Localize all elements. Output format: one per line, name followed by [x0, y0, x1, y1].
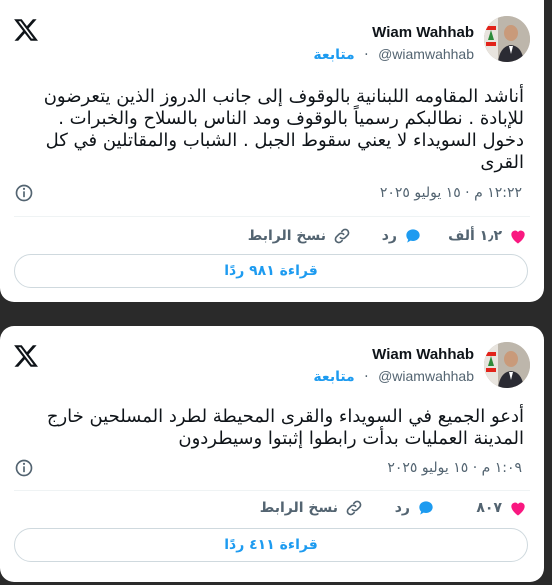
- reply-label: رد: [394, 500, 410, 516]
- author-handle[interactable]: @wiamwahhab: [378, 368, 474, 384]
- follow-button[interactable]: متابعة: [313, 369, 354, 385]
- reply-button[interactable]: رد: [382, 224, 423, 248]
- like-count: ٨٠٧: [476, 500, 502, 516]
- link-icon: [334, 228, 350, 244]
- avatar[interactable]: [484, 342, 530, 388]
- copy-link-button[interactable]: نسخ الرابط: [260, 496, 364, 520]
- author-name[interactable]: Wiam Wahhab: [372, 24, 474, 41]
- x-logo-icon[interactable]: [14, 344, 38, 368]
- action-bar: ١٫٢ ألف رد نسخ الرابط: [14, 224, 528, 248]
- tweet-text: أناشد المقاومه اللبنانية بالوقوف إلى جان…: [43, 86, 524, 173]
- handle-row: @wiamwahhab · متابعة: [313, 46, 474, 63]
- handle-row: @wiamwahhab · متابعة: [313, 368, 474, 385]
- tweet-text: أدعو الجميع في السويداء والقرى المحيطة ل…: [46, 406, 524, 449]
- author-handle[interactable]: @wiamwahhab: [378, 46, 474, 62]
- timestamp[interactable]: ١٢:٢٢ م · ١٥ يوليو ٢٠٢٥: [380, 185, 522, 201]
- timestamp[interactable]: ١:٠٩ م · ١٥ يوليو ٢٠٢٥: [387, 460, 522, 476]
- tweet-card-2: Wiam Wahhab @wiamwahhab · متابعة أدعو ال…: [0, 326, 544, 582]
- x-logo-icon[interactable]: [14, 18, 38, 42]
- divider: [14, 490, 530, 491]
- separator-dot: ·: [364, 369, 369, 385]
- link-icon: [346, 500, 362, 516]
- copy-link-label: نسخ الرابط: [247, 228, 326, 244]
- like-button[interactable]: ٨٠٧: [476, 496, 528, 520]
- follow-button[interactable]: متابعة: [313, 47, 354, 63]
- tweet-meta: ١:٠٩ م · ١٥ يوليو ٢٠٢٥: [12, 458, 522, 480]
- heart-icon: [511, 502, 525, 516]
- like-count: ١٫٢ ألف: [448, 228, 502, 244]
- author-name[interactable]: Wiam Wahhab: [372, 346, 474, 363]
- reply-bubble-icon: [419, 501, 433, 515]
- read-replies-button[interactable]: قراءة ٤١١ ردًا: [14, 528, 528, 562]
- copy-link-button[interactable]: نسخ الرابط: [248, 224, 352, 248]
- info-icon[interactable]: [14, 458, 34, 478]
- tweet-meta: ١٢:٢٢ م · ١٥ يوليو ٢٠٢٥: [12, 183, 522, 205]
- reply-button[interactable]: رد: [395, 496, 436, 520]
- read-replies-button[interactable]: قراءة ٩٨١ ردًا: [14, 254, 528, 288]
- tweet-card-1: Wiam Wahhab @wiamwahhab · متابعة أناشد ا…: [0, 0, 544, 302]
- heart-icon: [511, 230, 525, 244]
- copy-link-label: نسخ الرابط: [259, 500, 338, 516]
- separator-dot: ·: [364, 47, 369, 63]
- reply-label: رد: [381, 228, 397, 244]
- like-button[interactable]: ١٫٢ ألف: [448, 224, 528, 248]
- avatar[interactable]: [484, 16, 530, 62]
- action-bar: ٨٠٧ رد نسخ الرابط: [14, 496, 528, 520]
- reply-bubble-icon: [406, 229, 420, 243]
- divider: [14, 216, 530, 217]
- info-icon[interactable]: [14, 183, 34, 203]
